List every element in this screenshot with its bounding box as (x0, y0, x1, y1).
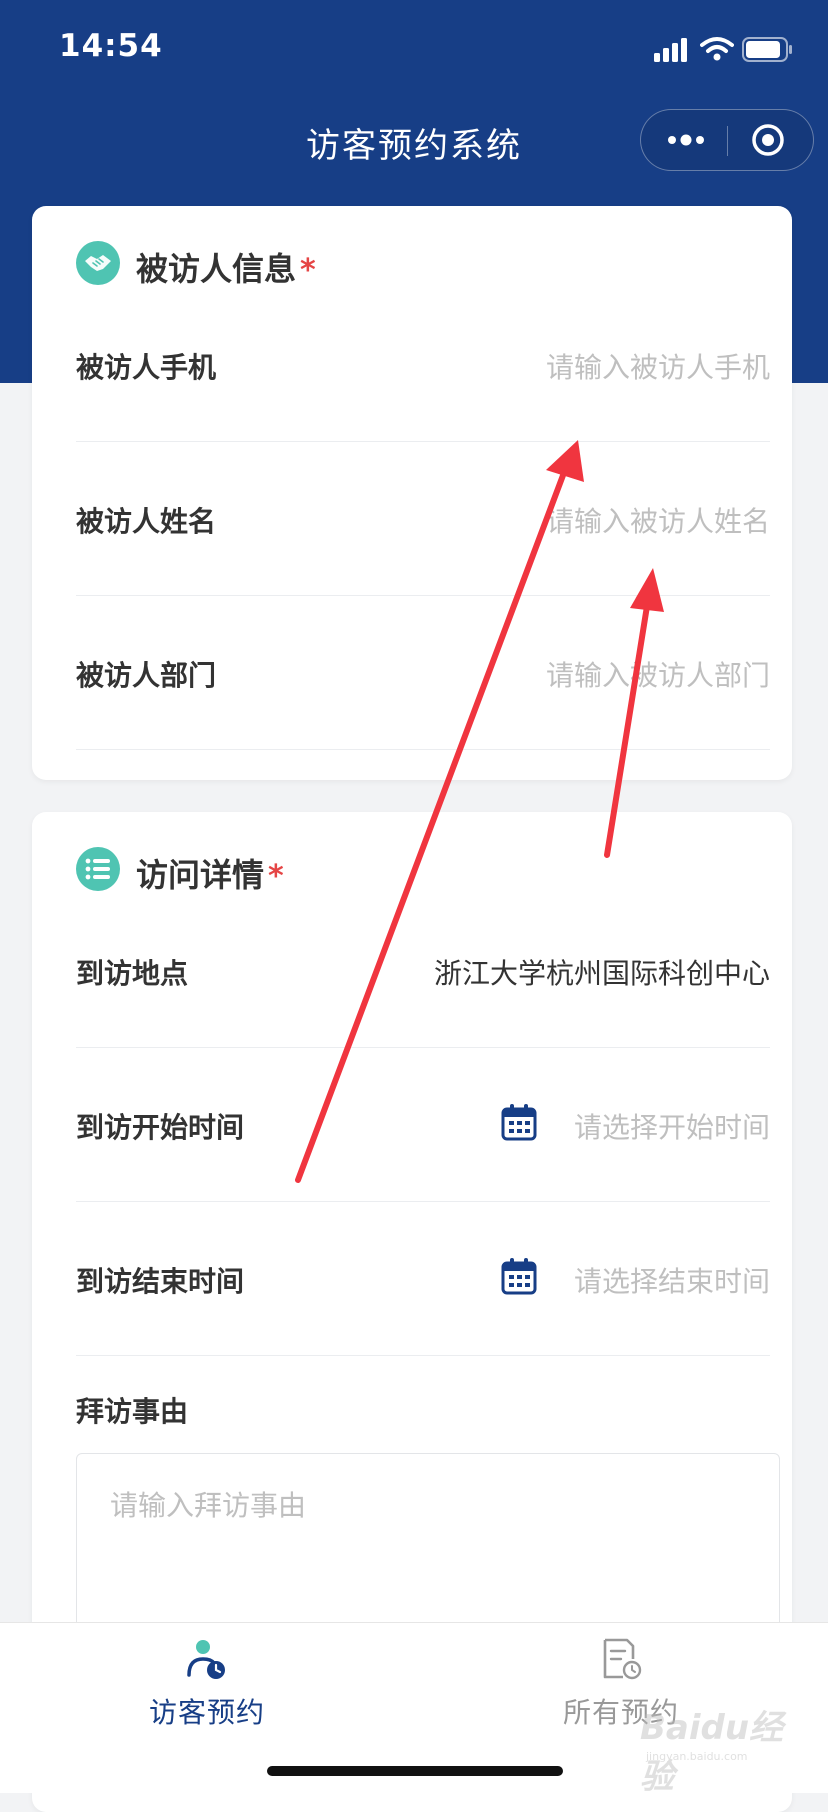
wifi-icon (700, 37, 734, 61)
person-clock-icon (187, 1640, 225, 1679)
watermark-logo-text: Baidu经验 (640, 1708, 784, 1797)
capsule-divider (727, 126, 728, 156)
host-phone-input[interactable]: 请输入被访人手机 (546, 346, 770, 386)
start-time-row[interactable]: 到访开始时间 请选择开始时间 (76, 1048, 770, 1202)
host-phone-row[interactable]: 被访人手机 请输入被访人手机 (76, 288, 770, 442)
tab-visitor-booking-label: 访客预约 (148, 1696, 265, 1729)
host-phone-label: 被访人手机 (76, 351, 217, 384)
cellular-signal-icon (654, 38, 687, 62)
required-mark: * (268, 859, 284, 894)
host-section-title: 被访人信息 * (136, 250, 316, 288)
required-mark: * (300, 253, 316, 288)
visit-section-title: 访问详情 * (136, 856, 284, 894)
end-time-row[interactable]: 到访结束时间 请选择结束时间 (76, 1202, 770, 1356)
host-department-label: 被访人部门 (76, 659, 217, 692)
start-time-label: 到访开始时间 (76, 1111, 245, 1144)
battery-icon (742, 37, 792, 62)
document-clock-icon (603, 1638, 642, 1680)
visit-reason-label: 拜访事由 (76, 1395, 189, 1428)
baidu-watermark: Baidu经验 jingyan.baidu.com (640, 1680, 790, 1797)
handshake-icon (76, 241, 120, 285)
visit-location-row[interactable]: 到访地点 浙江大学杭州国际科创中心 (76, 894, 770, 1048)
host-name-row[interactable]: 被访人姓名 请输入被访人姓名 (76, 442, 770, 596)
list-icon (76, 847, 120, 891)
end-time-label: 到访结束时间 (76, 1265, 245, 1298)
host-info-card: 被访人信息 * 被访人手机 请输入被访人手机 被访人姓名 请输入被访人姓名 被访人… (32, 206, 792, 780)
calendar-icon (501, 1258, 537, 1295)
start-time-picker[interactable]: 请选择开始时间 (574, 1106, 770, 1146)
host-name-label: 被访人姓名 (76, 505, 217, 538)
miniprogram-capsule (640, 109, 814, 171)
close-target-icon[interactable] (751, 123, 785, 157)
visit-location-label: 到访地点 (76, 957, 189, 990)
visit-location-value[interactable]: 浙江大学杭州国际科创中心 (434, 952, 770, 992)
home-indicator (267, 1766, 563, 1776)
host-name-input[interactable]: 请输入被访人姓名 (546, 500, 770, 540)
watermark-url: jingyan.baidu.com (646, 1750, 748, 1763)
status-bar: 14:54 (0, 0, 828, 100)
end-time-picker[interactable]: 请选择结束时间 (574, 1260, 770, 1300)
more-dots-icon[interactable] (665, 124, 707, 156)
status-time: 14:54 (59, 28, 163, 64)
host-department-input[interactable]: 请输入被访人部门 (546, 654, 770, 694)
calendar-icon (501, 1104, 537, 1141)
visit-reason-placeholder: 请输入拜访事由 (110, 1489, 307, 1522)
host-department-row[interactable]: 被访人部门 请输入被访人部门 (76, 596, 770, 750)
